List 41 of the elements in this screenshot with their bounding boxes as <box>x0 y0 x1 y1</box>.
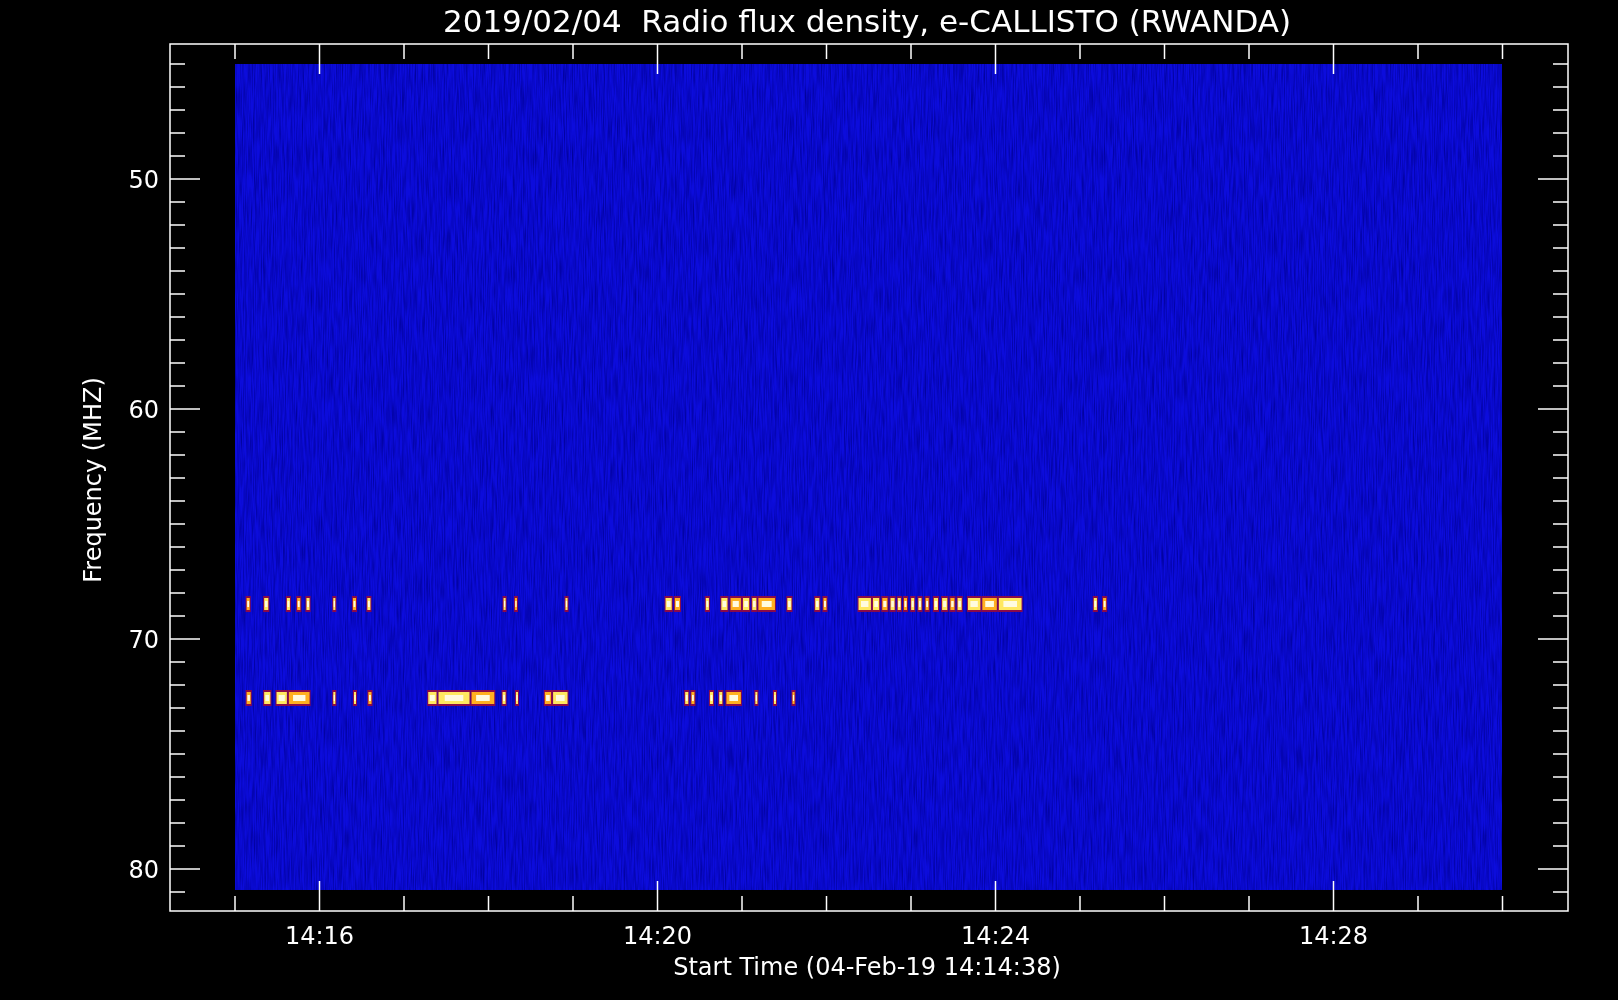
y-tick-label: 80 <box>128 856 159 884</box>
signal-burst <box>305 596 311 612</box>
y-tick-label: 70 <box>128 626 159 654</box>
signal-burst <box>502 596 507 612</box>
signal-burst <box>470 690 496 706</box>
signal-burst <box>514 690 519 706</box>
signal-burst <box>332 596 337 612</box>
signal-burst <box>366 596 372 612</box>
signal-burst <box>741 596 751 612</box>
signal-burst <box>296 596 302 612</box>
signal-burst <box>704 596 710 612</box>
x-tick-label: 14:24 <box>960 922 1031 950</box>
signal-burst <box>791 690 796 706</box>
signal-burst <box>932 596 939 612</box>
signal-burst <box>263 690 272 706</box>
signal-burst <box>564 596 569 612</box>
signal-burst <box>263 596 270 612</box>
x-axis-title: Start Time (04-Feb-19 14:14:38) <box>673 953 1061 981</box>
signal-burst <box>708 690 715 706</box>
x-tick-label: 14:20 <box>622 922 693 950</box>
signal-burst <box>754 690 759 706</box>
y-tick-label: 50 <box>128 166 159 194</box>
x-tick-label: 14:16 <box>284 922 355 950</box>
signal-burst <box>1092 596 1098 612</box>
signal-burst <box>285 596 291 612</box>
signal-burst <box>245 596 251 612</box>
chart-title: 2019/02/04 Radio flux density, e-CALLISTO (RWANDA) <box>442 3 1292 39</box>
x-tick-label: 14:28 <box>1298 922 1369 950</box>
signal-burst <box>513 596 518 612</box>
signal-burst <box>501 690 507 706</box>
signal-burst <box>1102 596 1108 612</box>
signal-burst <box>352 690 357 706</box>
signal-burst <box>332 690 337 706</box>
signal-burst <box>351 596 357 612</box>
signal-burst <box>772 690 777 706</box>
signal-burst <box>367 690 373 706</box>
signal-burst <box>786 596 793 612</box>
signal-burst <box>664 596 673 612</box>
signal-burst <box>245 690 252 706</box>
y-axis-title: Frequency (MHZ) <box>79 377 107 583</box>
y-tick-label: 60 <box>128 396 159 424</box>
